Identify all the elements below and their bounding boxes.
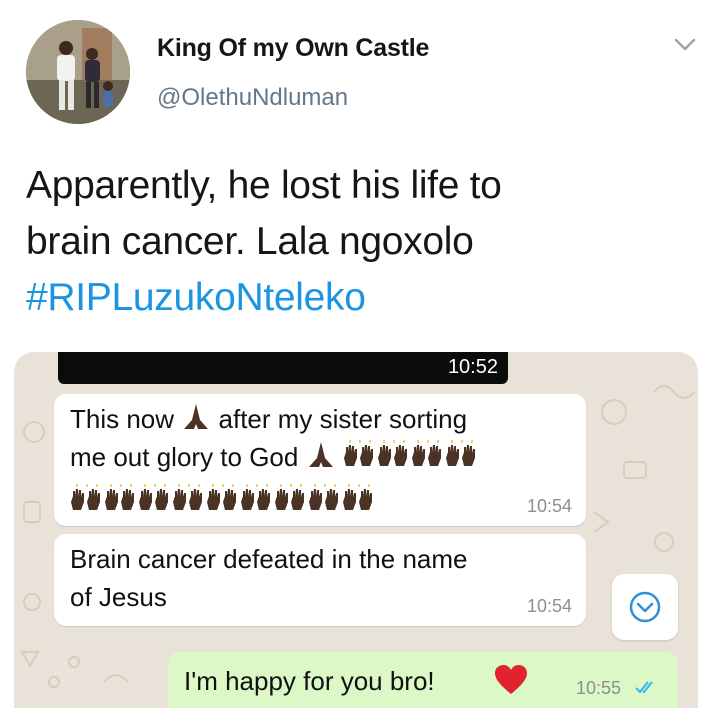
incoming-message[interactable]: Brain cancer defeated in the name of Jes… xyxy=(54,534,586,626)
message-text: Brain cancer defeated in the name xyxy=(70,544,468,574)
raised-hands-emoji-group xyxy=(343,440,479,472)
raised-hands-icon xyxy=(309,484,338,510)
message-text: me out glory to God xyxy=(70,442,299,472)
raised-hands-icon xyxy=(139,484,168,510)
red-heart-icon xyxy=(495,665,527,694)
double-check-icon xyxy=(635,681,653,694)
message-time: 10:55 xyxy=(576,678,622,698)
message-time: 10:54 xyxy=(526,596,572,616)
message-text: of Jesus xyxy=(70,582,167,612)
message-text: I'm happy for you bro! xyxy=(184,666,435,696)
user-handle[interactable]: @OlethuNdluman xyxy=(157,84,348,112)
avatar[interactable] xyxy=(26,20,130,124)
tweet-text: Apparently, he lost his life to brain ca… xyxy=(26,158,706,326)
tweet-line: Apparently, he lost his life to xyxy=(26,164,502,207)
raised-hands-icon xyxy=(207,484,236,510)
raised-hands-icon xyxy=(411,440,441,466)
scroll-down-button[interactable] xyxy=(612,574,678,640)
tweet-line: brain cancer. Lala ngoxolo xyxy=(26,220,474,263)
raised-hands-icon xyxy=(173,484,202,510)
raised-hands-icon xyxy=(343,440,373,466)
status-bar: 10:52 xyxy=(58,352,508,384)
status-time: 10:52 xyxy=(447,356,498,378)
hashtag-link[interactable]: #RIPLuzukoNteleko xyxy=(26,270,706,326)
circle-chevron-down-icon xyxy=(629,591,661,623)
message-time: 10:54 xyxy=(526,496,572,516)
message-line: This now after my sister sorting xyxy=(70,402,467,435)
raised-hands-icon xyxy=(445,440,475,466)
chat-screenshot[interactable]: 10:52 This now after my sister sorting m… xyxy=(14,352,698,708)
outgoing-message[interactable]: I'm happy for you bro! 10:55 xyxy=(168,652,678,708)
raised-hands-icon xyxy=(377,440,407,466)
raised-hands-icon xyxy=(343,484,372,510)
raised-hands-icon xyxy=(71,484,100,510)
raised-hands-icon xyxy=(275,484,304,510)
avatar-photo xyxy=(26,20,130,124)
chevron-down-icon[interactable] xyxy=(672,34,698,54)
raised-hands-icon xyxy=(241,484,270,510)
incoming-message[interactable]: This now after my sister sorting me out … xyxy=(54,394,586,526)
display-name[interactable]: King Of my Own Castle xyxy=(157,34,429,63)
message-line: me out glory to God xyxy=(70,440,479,473)
folded-hands-icon xyxy=(308,442,333,467)
message-text: after my sister sorting xyxy=(218,404,468,434)
raised-hands-icon xyxy=(105,484,134,510)
message-text: This now xyxy=(70,404,175,434)
folded-hands-icon xyxy=(184,404,209,429)
raised-hands-emoji-group xyxy=(70,484,376,514)
